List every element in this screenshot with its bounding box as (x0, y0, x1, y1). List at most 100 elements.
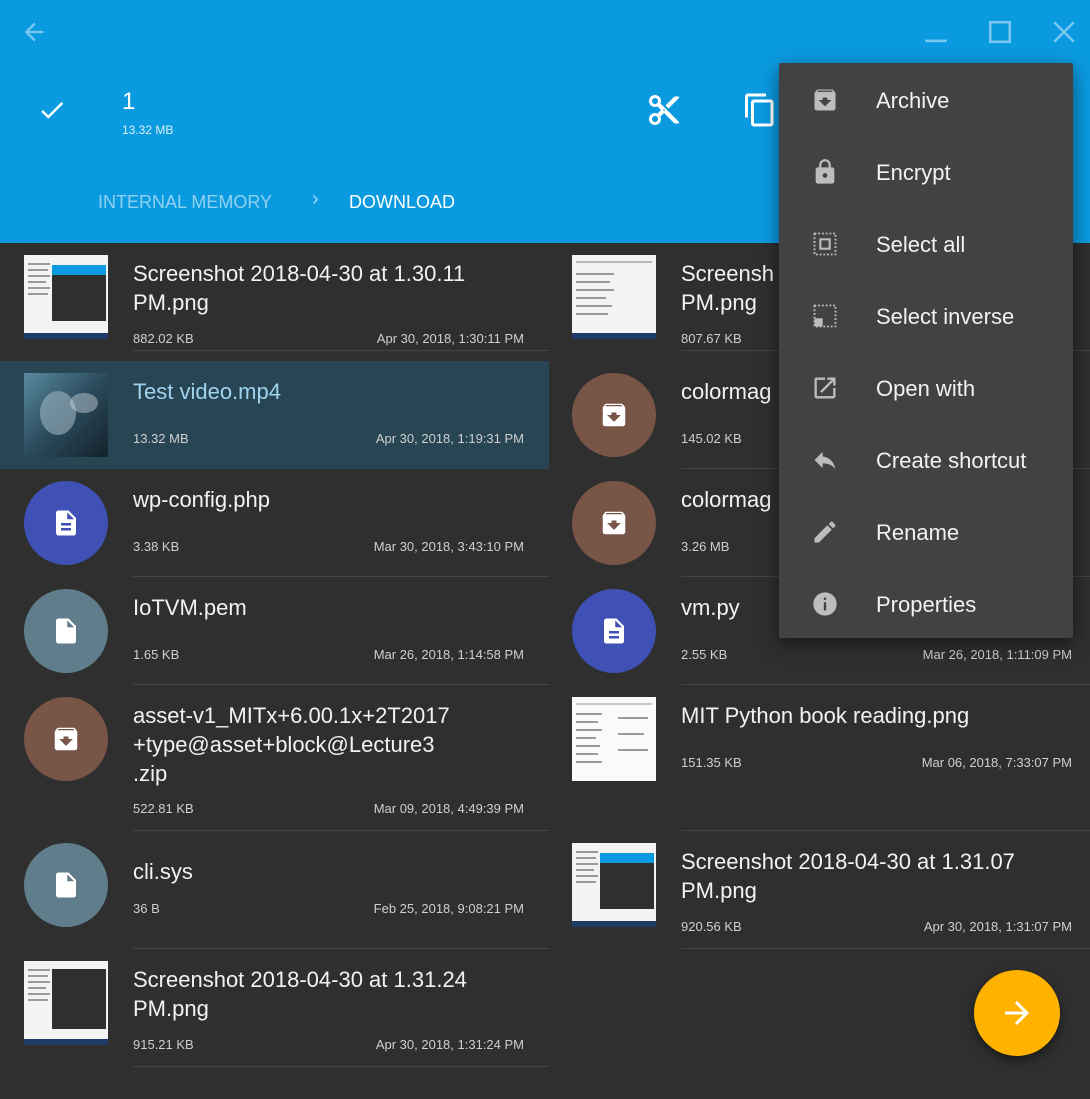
menu-item-archive[interactable]: Archive (779, 64, 1073, 136)
info-icon (811, 590, 839, 618)
menu-item-open-with[interactable]: Open with (779, 352, 1073, 424)
go-forward-fab[interactable] (974, 970, 1060, 1056)
close-button[interactable] (1046, 14, 1082, 50)
breadcrumb-download[interactable]: DOWNLOAD (349, 192, 455, 213)
menu-item-create-shortcut[interactable]: Create shortcut (779, 424, 1073, 496)
file-size: 3.38 KB (133, 539, 180, 554)
file-size: 36 B (133, 901, 160, 916)
menu-item-select-inverse[interactable]: Select inverse (779, 280, 1073, 352)
file-row[interactable]: cli.sys 36 B Feb 25, 2018, 9:08:21 PM (0, 831, 549, 949)
file-name: vm.py (681, 595, 740, 620)
select-inverse-icon (811, 302, 839, 330)
file-size: 145.02 KB (681, 431, 742, 446)
file-name: colormag (681, 379, 772, 404)
file-date: Apr 30, 2018, 1:19:31 PM (375, 431, 524, 446)
lock-icon (811, 158, 839, 186)
file-name: cli.sys (133, 859, 193, 884)
file-size: 522.81 KB (133, 801, 194, 816)
pencil-icon (811, 518, 839, 546)
file-date: Feb 25, 2018, 9:08:21 PM (373, 901, 524, 916)
file-date: Mar 09, 2018, 4:49:39 PM (373, 801, 524, 816)
menu-item-select-all[interactable]: Select all (779, 208, 1073, 280)
archive-icon (572, 481, 656, 565)
minimize-button[interactable] (918, 14, 954, 50)
video-thumbnail (24, 373, 108, 457)
selection-size: 13.32 MB (122, 123, 174, 137)
menu-item-label: Encrypt (876, 160, 951, 185)
file-row-selected[interactable]: Test video.mp4 13.32 MB Apr 30, 2018, 1:… (0, 361, 549, 469)
file-row[interactable]: IoTVM.pem 1.65 KB Mar 26, 2018, 1:14:58 … (0, 577, 549, 685)
arrow-right-icon (1005, 1001, 1029, 1025)
menu-item-rename[interactable]: Rename (779, 496, 1073, 568)
file-date: Mar 26, 2018, 1:14:58 PM (373, 647, 524, 662)
scissors-icon (649, 95, 679, 125)
menu-item-label: Archive (876, 88, 950, 113)
file-size: 915.21 KB (133, 1037, 194, 1052)
minimize-icon (925, 39, 947, 43)
file-name: Test video.mp4 (133, 379, 281, 404)
menu-item-encrypt[interactable]: Encrypt (779, 136, 1073, 208)
file-icon (24, 843, 108, 927)
image-thumbnail (24, 961, 108, 1045)
file-date: Apr 30, 2018, 1:31:24 PM (375, 1037, 524, 1052)
cut-button[interactable] (642, 88, 686, 132)
file-size: 2.55 KB (681, 647, 728, 662)
reply-icon (811, 446, 839, 474)
file-size: 13.32 MB (133, 431, 189, 446)
breadcrumb-separator: › (312, 188, 319, 210)
file-date: Apr 30, 2018, 1:31:07 PM (923, 919, 1072, 934)
file-size: 882.02 KB (133, 331, 194, 346)
copy-button[interactable] (738, 88, 782, 132)
arrow-left-icon (24, 22, 44, 42)
menu-item-label: Select inverse (876, 304, 1015, 329)
open-external-icon (811, 374, 839, 402)
breadcrumb-internal-memory[interactable]: INTERNAL MEMORY (98, 192, 272, 213)
image-thumbnail (572, 697, 656, 781)
menu-item-label: Select all (876, 232, 966, 257)
divider (681, 948, 1090, 949)
file-size: 920.56 KB (681, 919, 742, 934)
back-button[interactable] (18, 16, 50, 48)
file-name: IoTVM.pem (133, 595, 247, 620)
file-row[interactable]: asset-v1_MITx+6.00.1x+2T2017 +type@asset… (0, 685, 549, 831)
file-name: MIT Python book reading.png (681, 703, 970, 728)
file-name: asset-v1_MITx+6.00.1x+2T2017 +type@asset… (133, 703, 450, 786)
menu-item-label: Properties (876, 592, 977, 617)
menu-item-label: Open with (876, 376, 976, 401)
divider (133, 1066, 549, 1067)
context-menu: Archive Encrypt Select all Select invers… (779, 63, 1073, 638)
document-icon (572, 589, 656, 673)
file-date: Mar 30, 2018, 3:43:10 PM (373, 539, 524, 554)
file-name: Screensh PM.png (681, 261, 774, 315)
menu-item-label: Rename (876, 520, 960, 545)
image-thumbnail (572, 255, 656, 339)
file-size: 807.67 KB (681, 331, 742, 346)
file-name: colormag (681, 487, 772, 512)
copy-icon (745, 93, 774, 127)
archive-icon (811, 86, 839, 114)
select-all-icon (811, 230, 839, 258)
file-date: Apr 30, 2018, 1:30:11 PM (376, 331, 524, 346)
document-icon (24, 481, 108, 565)
archive-icon (572, 373, 656, 457)
maximize-icon (988, 20, 1012, 44)
archive-icon (24, 697, 108, 781)
menu-item-properties[interactable]: Properties (779, 568, 1073, 640)
menu-item-label: Create shortcut (876, 448, 1027, 473)
file-row[interactable]: MIT Python book reading.png 151.35 KB Ma… (548, 685, 1090, 831)
file-icon (24, 589, 108, 673)
file-size: 151.35 KB (681, 755, 742, 770)
close-icon (1053, 21, 1075, 43)
file-date: Mar 06, 2018, 7:33:07 PM (921, 755, 1072, 770)
file-size: 1.65 KB (133, 647, 180, 662)
image-thumbnail (572, 843, 656, 927)
file-row[interactable]: wp-config.php 3.38 KB Mar 30, 2018, 3:43… (0, 469, 549, 577)
image-thumbnail (24, 255, 108, 339)
file-name: Screenshot 2018-04-30 at 1.31.24 PM.png (133, 967, 467, 1021)
file-row[interactable]: Screenshot 2018-04-30 at 1.30.11 PM.png … (0, 243, 549, 351)
maximize-button[interactable] (982, 14, 1018, 50)
file-row[interactable]: Screenshot 2018-04-30 at 1.31.24 PM.png … (0, 949, 549, 1069)
file-size: 3.26 MB (681, 539, 730, 554)
file-row[interactable]: Screenshot 2018-04-30 at 1.31.07 PM.png … (548, 831, 1090, 949)
confirm-selection-button[interactable] (32, 90, 72, 130)
